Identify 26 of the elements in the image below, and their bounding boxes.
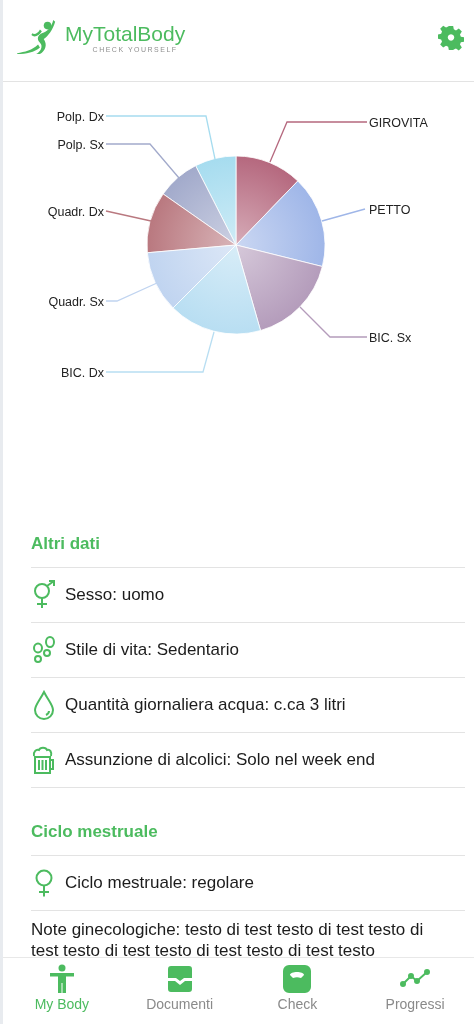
slice-label: Quadr. Dx — [47, 204, 104, 219]
section-title: Altri dati — [31, 534, 100, 554]
info-text: Ciclo mestruale: regolare — [65, 873, 254, 893]
info-text: Stile di vita: Sedentario — [65, 640, 239, 660]
slice-label: GIROVITA — [369, 115, 428, 130]
section-title: Ciclo mestruale — [31, 822, 158, 842]
nav-tab[interactable]: Progressi — [356, 958, 474, 1024]
slice-label: Polp. Sx — [57, 137, 104, 152]
logo-name: MyTotalBody — [65, 21, 186, 46]
slice-label: BIC. Dx — [60, 365, 104, 380]
slice-label: Polp. Dx — [56, 109, 104, 124]
gender-symbol-icon — [31, 580, 57, 610]
settings-icon[interactable] — [438, 24, 464, 51]
nav-tab[interactable]: Documenti — [120, 958, 239, 1024]
nav-tab[interactable]: My Body — [3, 958, 121, 1024]
slice-label: BIC. Sx — [369, 330, 412, 345]
nav-tab[interactable]: Check — [238, 958, 357, 1024]
scale-icon — [282, 964, 313, 994]
footprints-icon — [31, 635, 57, 665]
slice-label: Quadr. Sx — [48, 294, 104, 309]
water-drop-icon — [31, 690, 57, 720]
info-text: Quantità giornaliera acqua: c.ca 3 litri — [65, 695, 346, 715]
info-text: Sesso: uomo — [65, 585, 165, 605]
beer-mug-icon — [31, 745, 57, 775]
slice-label: PETTO — [369, 202, 411, 217]
info-text: Assunzione di alcolici: Solo nel week end — [65, 750, 375, 770]
